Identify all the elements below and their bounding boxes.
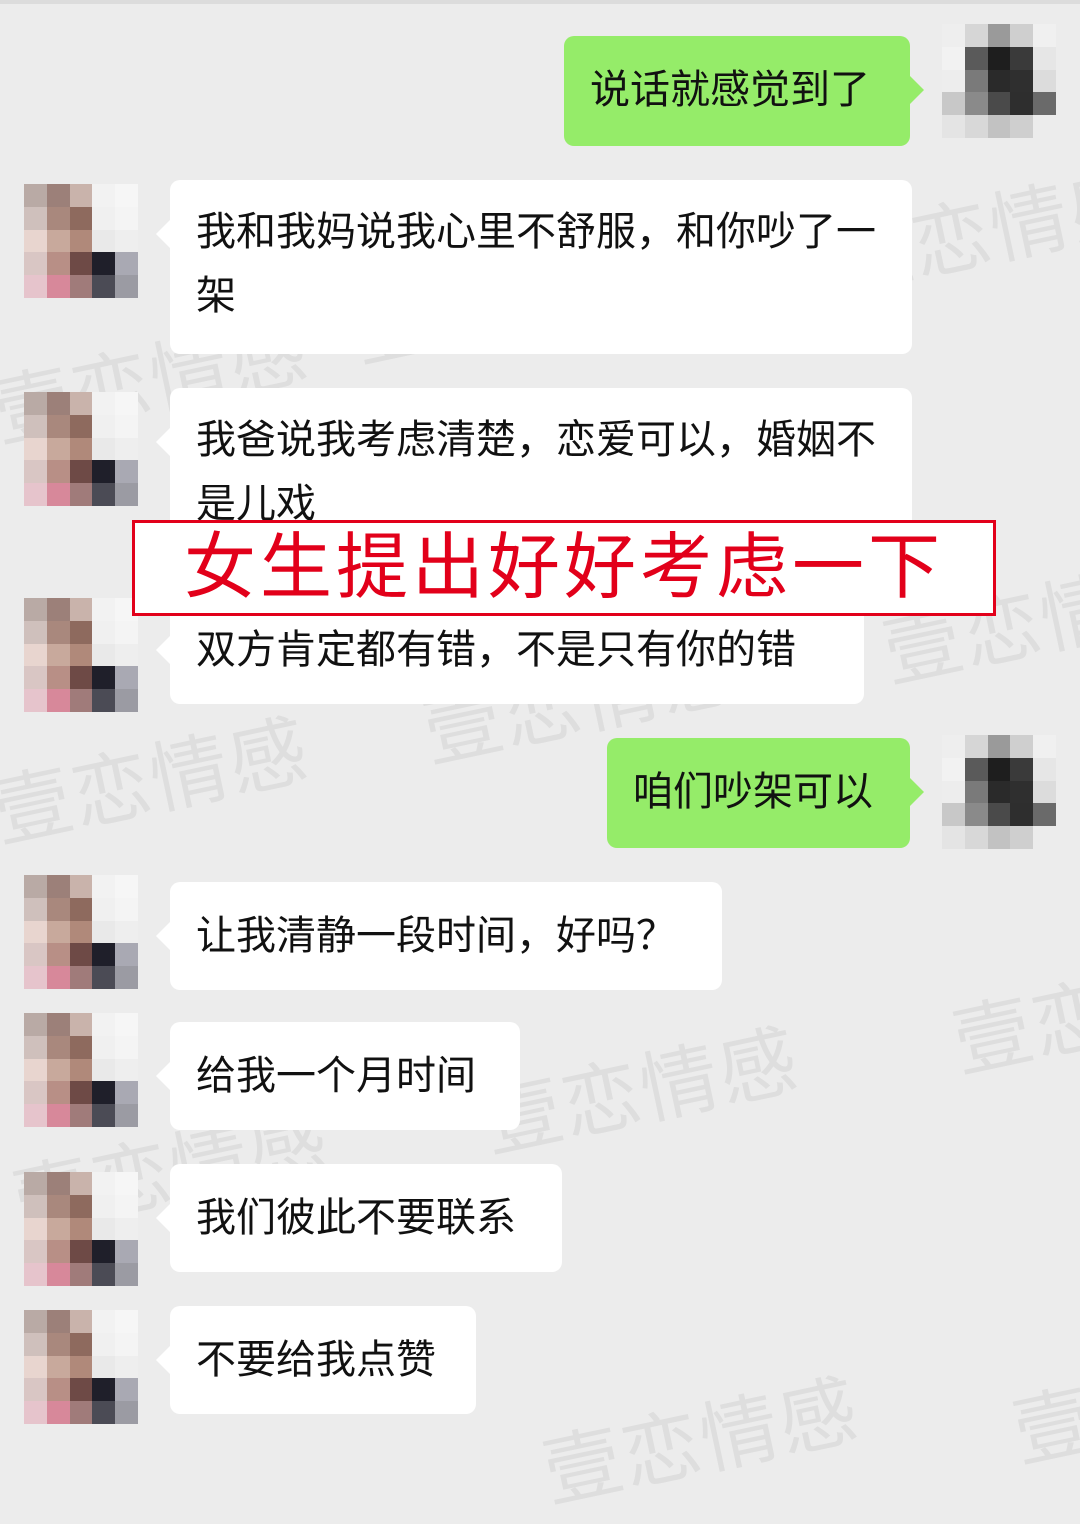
avatar-self[interactable] bbox=[942, 24, 1056, 138]
avatar-contact[interactable] bbox=[24, 1172, 138, 1286]
watermark: 壹恋情感 bbox=[1005, 1325, 1080, 1481]
avatar-contact[interactable] bbox=[24, 875, 138, 989]
message-bubble-incoming[interactable]: 我和我妈说我心里不舒服，和你吵了一架 bbox=[156, 180, 912, 354]
message-bubble-incoming[interactable]: 不要给我点赞 bbox=[156, 1306, 476, 1414]
avatar-contact[interactable] bbox=[24, 184, 138, 298]
message-text: 让我清静一段时间，好吗？ bbox=[196, 913, 676, 959]
message-bubble-incoming[interactable]: 我们彼此不要联系 bbox=[156, 1164, 562, 1272]
avatar-self[interactable] bbox=[942, 735, 1056, 849]
watermark: 壹恋情感 bbox=[945, 935, 1080, 1091]
message-text: 说话就感觉到了 bbox=[590, 67, 870, 113]
message-bubble-outgoing[interactable]: 说话就感觉到了 bbox=[564, 36, 924, 146]
message-bubble-outgoing[interactable]: 咱们吵架可以 bbox=[607, 738, 924, 848]
highlight-banner: 女生提出好好考虑一下 bbox=[132, 520, 996, 616]
avatar-contact[interactable] bbox=[24, 1013, 138, 1127]
watermark: 壹恋情感 bbox=[475, 1015, 808, 1171]
message-text: 双方肯定都有错，不是只有你的错 bbox=[196, 627, 796, 673]
message-bubble-incoming[interactable]: 给我一个月时间 bbox=[156, 1022, 520, 1130]
message-text: 不要给我点赞 bbox=[196, 1337, 436, 1383]
avatar-contact[interactable] bbox=[24, 598, 138, 712]
top-divider bbox=[0, 0, 1080, 4]
watermark: 壹恋情感 bbox=[535, 1365, 868, 1521]
avatar-contact[interactable] bbox=[24, 392, 138, 506]
message-text: 给我一个月时间 bbox=[196, 1053, 476, 1099]
message-bubble-incoming[interactable]: 让我清静一段时间，好吗？ bbox=[156, 882, 722, 990]
watermark: 壹恋情感 bbox=[0, 705, 318, 861]
message-text: 咱们吵架可以 bbox=[633, 769, 873, 815]
message-text: 我爸说我考虑清楚，恋爱可以，婚姻不是儿戏 bbox=[196, 417, 876, 527]
avatar-contact[interactable] bbox=[24, 1310, 138, 1424]
message-text: 我们彼此不要联系 bbox=[196, 1195, 516, 1241]
message-text: 我和我妈说我心里不舒服，和你吵了一架 bbox=[196, 209, 876, 319]
